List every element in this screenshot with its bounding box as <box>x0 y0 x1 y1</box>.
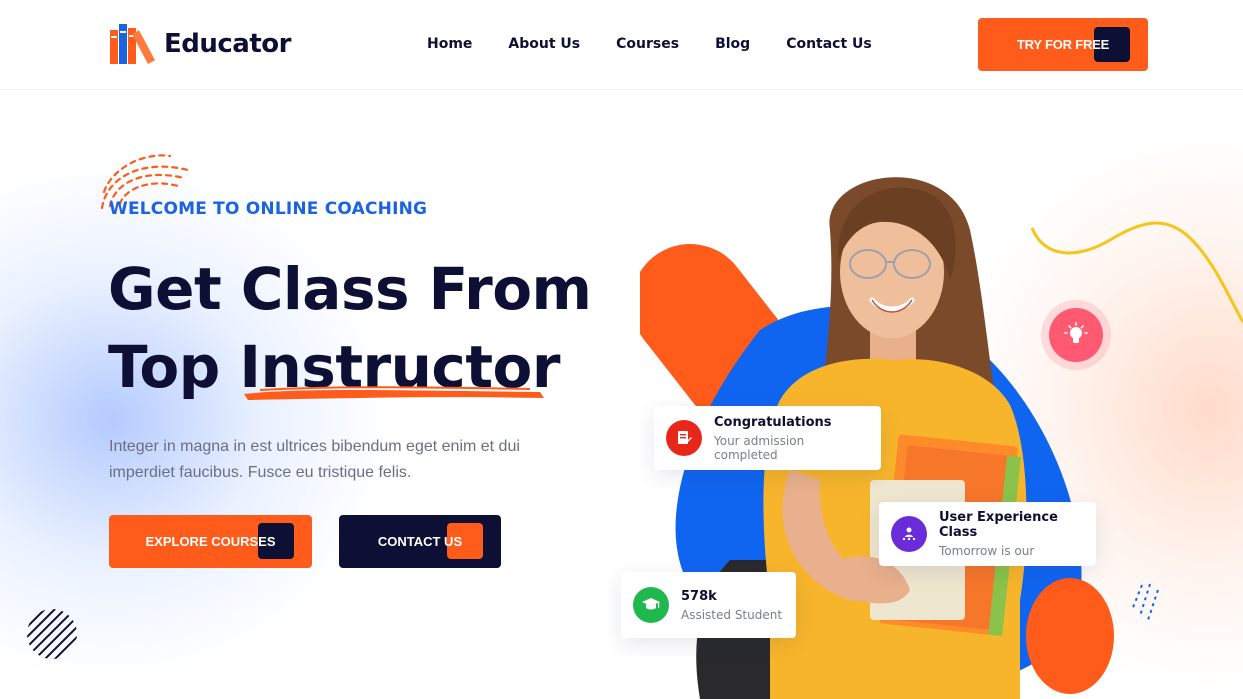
card-title: 578k <box>681 588 717 604</box>
blue-dashes-decoration <box>1131 583 1159 621</box>
orange-blob-bottom <box>1026 578 1114 694</box>
nav-item-courses[interactable]: Courses <box>616 36 679 52</box>
blue-glow <box>0 160 390 680</box>
nav-item-contact-us[interactable]: Contact Us <box>786 36 872 52</box>
main-nav: Home About Us Courses Blog Contact Us <box>427 36 872 52</box>
nav-item-blog[interactable]: Blog <box>715 36 750 52</box>
graduation-cap-icon <box>633 587 669 623</box>
try-for-free-label: TRY FOR FREE <box>1016 37 1110 52</box>
hero-description: Integer in magna in est ultrices bibendu… <box>109 438 520 481</box>
card-title: Congratulations <box>714 414 832 430</box>
card-subtitle: Assisted Student <box>681 607 783 622</box>
card-subtitle: Your admission completed <box>714 433 805 462</box>
hero-headline: Get Class From Top Instructor <box>108 250 628 406</box>
contact-us-label: CONTACT US <box>377 534 463 549</box>
lightbulb-badge <box>1049 308 1103 362</box>
brand-name: Educator <box>164 29 291 59</box>
headline-line-1: Get Class From <box>108 255 592 323</box>
books-logo-icon <box>110 24 156 65</box>
presenter-icon <box>891 516 927 552</box>
document-edit-icon <box>666 420 702 456</box>
congratulations-card: Congratulations Your admission completed <box>654 406 881 470</box>
explore-courses-label: EXPLORE COURSES <box>145 534 276 549</box>
students-card: 578k Assisted Student <box>621 572 796 638</box>
card-subtitle: Tomorrow is our <box>939 544 1035 558</box>
welcome-tagline: WELCOME TO ONLINE COACHING <box>109 199 428 219</box>
nav-item-about-us[interactable]: About Us <box>508 36 580 52</box>
yellow-squiggle <box>1030 221 1243 323</box>
try-for-free-button[interactable]: TRY FOR FREE <box>978 18 1148 71</box>
ux-class-card: User Experience Class Tomorrow is our <box>879 502 1096 566</box>
card-title: User Experience Class <box>939 510 1058 540</box>
striped-circle-decoration <box>27 609 77 659</box>
contact-us-button[interactable]: CONTACT US <box>339 515 501 568</box>
logo[interactable]: Educator <box>108 22 291 66</box>
brush-underline <box>244 386 544 400</box>
site-header: Educator Home About Us Courses Blog Cont… <box>0 0 1243 90</box>
nav-item-home[interactable]: Home <box>427 36 472 52</box>
headline-line-2a: Top <box>108 333 240 401</box>
lightbulb-icon <box>1064 322 1088 343</box>
explore-courses-button[interactable]: EXPLORE COURSES <box>109 515 312 568</box>
